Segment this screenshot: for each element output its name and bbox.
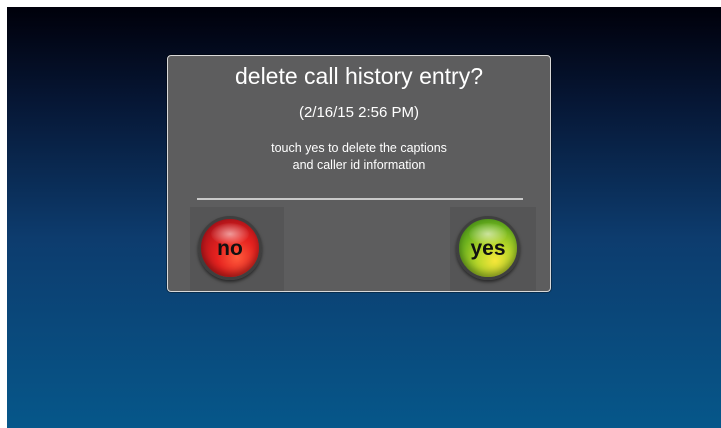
dialog-divider — [197, 198, 523, 200]
dialog-title: delete call history entry? — [234, 63, 483, 89]
entry-timestamp: (2/16/15 2:56 PM) — [298, 104, 420, 121]
no-button[interactable]: no — [198, 216, 262, 280]
dialog-message-line-2: and caller id information — [292, 158, 426, 172]
delete-confirm-dialog: delete call history entry? (2/16/15 2:56… — [167, 55, 551, 292]
yes-button-label: yes — [470, 237, 506, 260]
no-button-label: no — [217, 237, 243, 260]
screen-background: delete call history entry? (2/16/15 2:56… — [7, 7, 721, 428]
yes-button[interactable]: yes — [456, 216, 520, 280]
dialog-message: touch yes to delete the captions and cal… — [208, 140, 510, 174]
dialog-message-line-1: touch yes to delete the captions — [271, 141, 447, 155]
